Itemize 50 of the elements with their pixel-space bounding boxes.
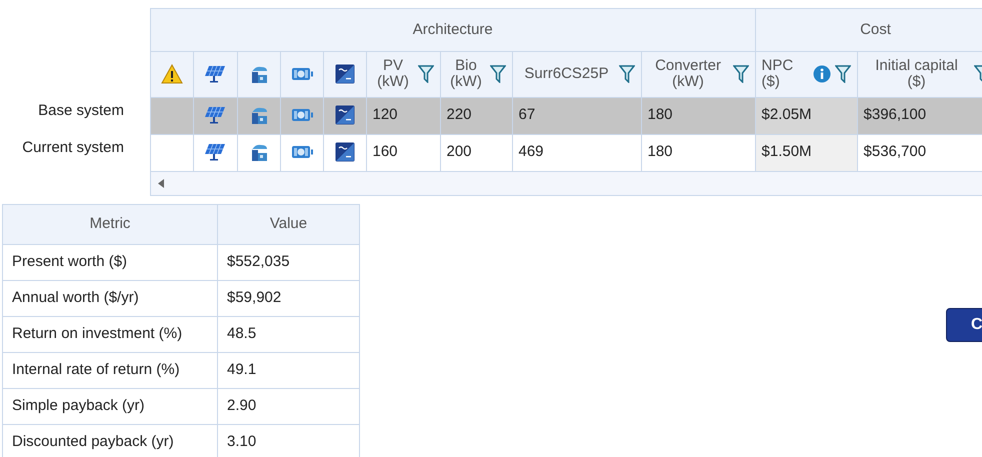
table-row[interactable]: 160 200 469 180 $1.50M $536,700 bbox=[151, 134, 982, 171]
filter-icon[interactable] bbox=[618, 65, 634, 83]
table-cell: 220 bbox=[446, 106, 472, 124]
table-cell: Discounted payback (yr) bbox=[2, 424, 218, 457]
battery-icon bbox=[290, 145, 312, 160]
row-label: Current system bbox=[21, 138, 125, 158]
selected-row[interactable]: 120 220 67 180 $2.05M $396,100 bbox=[151, 97, 982, 134]
converter-icon bbox=[334, 105, 354, 126]
table-cell: 67 bbox=[518, 106, 536, 124]
converter-icon bbox=[334, 142, 354, 162]
table-cell: $59,902 bbox=[218, 280, 360, 316]
column-header: Metric bbox=[2, 204, 218, 244]
info-icon[interactable] bbox=[812, 65, 831, 83]
table-cell: Simple payback (yr) bbox=[2, 388, 218, 424]
battery-icon bbox=[290, 108, 312, 122]
action-button[interactable]: C bbox=[946, 308, 982, 342]
table-cell: 469 bbox=[518, 143, 544, 160]
filter-icon[interactable] bbox=[490, 65, 506, 83]
table-cell: 2.90 bbox=[218, 388, 360, 424]
scroll-left-icon[interactable] bbox=[158, 178, 164, 188]
table-cell: $2.05M bbox=[762, 106, 812, 124]
table-cell: Annual worth ($/yr) bbox=[2, 280, 218, 316]
table-cell: 48.5 bbox=[218, 316, 360, 352]
battery-icon bbox=[290, 66, 312, 81]
table-cell: Present worth ($) bbox=[2, 244, 218, 280]
filter-icon[interactable] bbox=[732, 65, 749, 83]
table-cell: 180 bbox=[648, 106, 673, 124]
warning-icon bbox=[160, 64, 183, 84]
solar-panel-icon bbox=[204, 143, 226, 162]
table-cell: $552,035 bbox=[218, 244, 360, 280]
table-cell: 200 bbox=[446, 143, 472, 160]
column-group-header: Architecture bbox=[151, 9, 756, 51]
solar-panel-icon bbox=[204, 106, 226, 124]
column-group-header: Cost bbox=[755, 9, 982, 51]
row-label: Base system bbox=[37, 101, 125, 121]
table-cell: Internal rate of return (%) bbox=[2, 352, 218, 388]
table-cell: $1.50M bbox=[762, 143, 812, 160]
column-header: Value bbox=[218, 204, 360, 244]
table-cell: $396,100 bbox=[864, 106, 926, 124]
filter-icon[interactable] bbox=[418, 65, 434, 83]
table-cell: 49.1 bbox=[218, 352, 360, 388]
table-cell: Return on investment (%) bbox=[2, 316, 218, 352]
table-cell: 120 bbox=[372, 106, 398, 124]
converter-icon bbox=[334, 64, 354, 84]
table-cell: 180 bbox=[648, 143, 673, 160]
table-cell: $536,700 bbox=[864, 143, 926, 160]
horizontal-scrollbar[interactable] bbox=[151, 172, 982, 194]
solar-panel-icon bbox=[204, 65, 226, 83]
filter-icon[interactable] bbox=[834, 65, 851, 83]
table-cell: 160 bbox=[372, 143, 398, 160]
